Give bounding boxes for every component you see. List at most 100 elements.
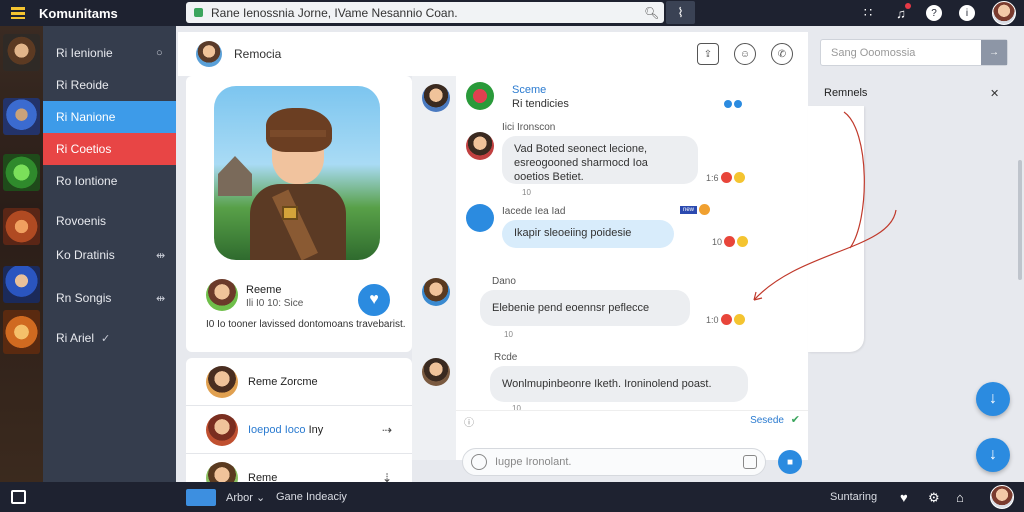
message-badge: new [680, 204, 711, 215]
message-reactions[interactable]: 1:0 [706, 314, 745, 325]
attach-icon[interactable] [471, 454, 487, 470]
member-search-input[interactable]: Sang Ooomossia → [820, 39, 1008, 66]
friend-avatar [206, 461, 238, 482]
notification-dot [905, 2, 911, 9]
reaction-count: 10 [712, 236, 723, 247]
message-avatar[interactable] [466, 132, 494, 160]
info-icon[interactable]: i [959, 5, 975, 21]
scroll-down-button[interactable]: ↓ [976, 438, 1010, 472]
reaction-emoji [720, 314, 732, 325]
app-menu-icon[interactable] [11, 7, 25, 19]
panel-title: Remnels [824, 87, 868, 99]
swap-icon[interactable]: ⇹ [156, 249, 176, 262]
nav-item-label: Ri Nanione [56, 110, 116, 124]
nav-item[interactable]: Rovoenis [43, 205, 176, 237]
avatar[interactable] [422, 278, 450, 306]
message-avatar[interactable] [466, 82, 494, 110]
phone-icon[interactable]: ✆ [771, 43, 793, 65]
nav-item-active[interactable]: Ri Nanione [43, 101, 176, 133]
search-icon[interactable]: 🔍︎ [644, 6, 664, 20]
status-text: Suntaring [830, 491, 878, 503]
nav-item[interactable]: Rn Songis ⇹ [43, 282, 176, 314]
nav-item[interactable]: Ri Reoide [43, 69, 176, 101]
info-icon[interactable]: ⓘ [464, 414, 474, 429]
game-tile[interactable] [3, 98, 40, 135]
game-tile[interactable] [3, 34, 40, 71]
reaction-emoji [699, 204, 711, 215]
game-tile[interactable] [3, 208, 40, 245]
help-icon[interactable]: ? [926, 5, 942, 21]
list-item[interactable]: Reme Zorcme [186, 358, 412, 406]
top-search-value[interactable]: Rane Ienossnia Jorne, IVame Nesannio Coa… [211, 6, 644, 20]
profile-avatar[interactable] [206, 279, 238, 311]
reaction-count: 1:0 [706, 314, 719, 325]
friend-name: Reme Zorcme [248, 375, 318, 388]
close-icon[interactable]: ✕ [990, 87, 999, 100]
activity-icon[interactable]: ⌇ [666, 1, 695, 24]
emoji-icon[interactable] [743, 455, 757, 469]
nav-item[interactable]: Ri Ienionie ○ [43, 37, 176, 69]
search-status-icon [194, 8, 203, 17]
nav-item[interactable]: Ko Dratinis ⇹ [43, 239, 176, 271]
avatar[interactable] [992, 1, 1016, 25]
emoji-icon[interactable]: ☺ [734, 43, 756, 65]
bell-icon[interactable]: ♫ [893, 2, 911, 21]
bird-badge-icon[interactable]: ♥ [355, 281, 393, 319]
settings-icon[interactable]: ⚙ [928, 490, 940, 506]
compose-bar: Iugpe Ironolant. ■ [462, 448, 802, 476]
message-reactions[interactable]: 1:6 [706, 172, 745, 183]
top-icons: ∷ ♫ ? i [860, 0, 1016, 26]
share-icon[interactable]: ⇪ [697, 43, 719, 65]
message-input[interactable]: Iugpe Ironolant. [462, 448, 766, 476]
profile-meta: Ili I0 10: Sice [246, 298, 304, 309]
avatar[interactable] [422, 84, 450, 112]
message-bubble[interactable]: Vad Boted seonect lecione, esreogooned s… [502, 136, 698, 184]
message-text: Vad Boted seonect lecione, esreogooned s… [514, 143, 648, 183]
list-item[interactable]: Ioepod Ioco Iny ⇢ [186, 406, 412, 454]
message-author: Dano [492, 276, 516, 287]
friend-action-icon[interactable]: ⇣ [382, 471, 412, 483]
profile-name: Reeme [246, 284, 282, 296]
game-tile[interactable] [3, 266, 40, 303]
nav-item-label: Ri Ariel [56, 331, 95, 345]
home-icon[interactable]: ⌂ [956, 490, 964, 505]
grid-icon[interactable]: ∷ [860, 5, 876, 21]
scrollbar[interactable] [1018, 160, 1022, 280]
message-text: Wonlmupinbeonre Iketh. Ironinolend poast… [502, 378, 712, 390]
friend-name-highlight: Ioepod Ioco [248, 423, 306, 436]
app-title: Komunitams [39, 5, 118, 21]
channel-avatar[interactable] [196, 41, 222, 67]
bottom-bar: Arbor ⌄ Gane Indeaciy Suntaring ♥ ⚙ ⌂ [0, 482, 1024, 512]
message-bubble[interactable]: Ikapir sleoeiing poidesie [502, 220, 674, 248]
chat-icon[interactable] [186, 489, 216, 506]
message-placeholder: Iugpe Ironolant. [495, 456, 572, 468]
swap-icon[interactable]: ⇹ [156, 292, 176, 305]
message-author: Iici Ironscon [502, 122, 556, 133]
nav-item[interactable]: Ri Ariel ✓ [43, 322, 176, 354]
top-search-bar[interactable]: Rane Ienossnia Jorne, IVame Nesannio Coa… [186, 2, 664, 23]
nav-item-alert[interactable]: Ri Coetios [43, 133, 176, 165]
scroll-down-button[interactable]: ↓ [976, 382, 1010, 416]
profile-card: ♥ Reeme Ili I0 10: Sice I0 Io tooner lav… [186, 76, 412, 352]
heart-icon[interactable]: ♥ [900, 490, 908, 505]
dropdown-label[interactable]: Arbor ⌄ [226, 491, 265, 504]
friend-action-icon[interactable]: ⇢ [382, 423, 412, 437]
avatar[interactable] [990, 485, 1014, 509]
game-tile[interactable] [3, 154, 40, 191]
start-icon[interactable] [11, 490, 26, 504]
check-icon: ✓ [101, 332, 111, 345]
send-button[interactable]: ■ [778, 450, 802, 474]
game-activity: Gane Indeaciy [276, 491, 347, 503]
nav-item-label: Ko Dratinis [56, 248, 115, 262]
message-bubble[interactable]: Elebenie pend eoennsr peflecce [480, 290, 690, 326]
game-tile[interactable] [3, 310, 40, 354]
message-author: Rcde [494, 352, 518, 363]
nav-item-label: Ri Reoide [56, 78, 109, 92]
avatar[interactable] [422, 358, 450, 386]
nav-item[interactable]: Ro Iontione [43, 165, 176, 197]
search-icon[interactable]: → [981, 40, 1007, 65]
message-avatar[interactable] [466, 204, 494, 232]
message-bubble[interactable]: Wonlmupinbeonre Iketh. Ironinolend poast… [490, 366, 748, 402]
list-item[interactable]: Reme ⇣ [186, 454, 412, 482]
message-author: Sceme [512, 84, 547, 96]
